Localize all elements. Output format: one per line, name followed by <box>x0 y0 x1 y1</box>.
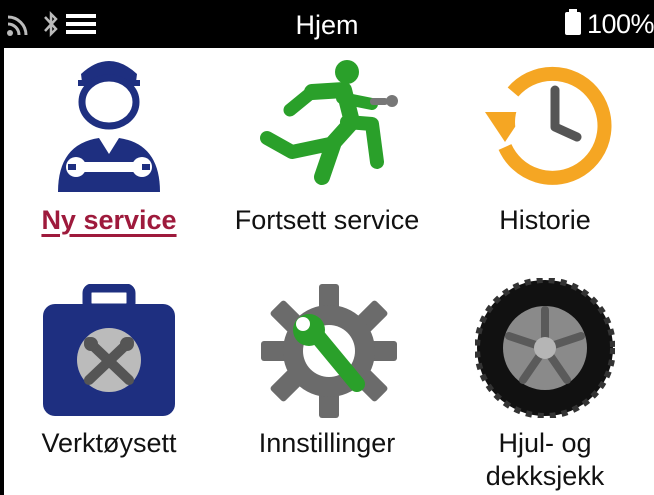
continue-service-label: Fortsett service <box>234 205 420 235</box>
battery-level: 100% <box>586 8 654 39</box>
running-man-wrench-icon <box>260 60 398 185</box>
toolkit-label: Verktøysett <box>41 428 177 458</box>
mechanic-icon <box>58 61 160 192</box>
toolkit-tile[interactable]: Verktøysett <box>0 284 218 464</box>
wheel-tire-check-label-line1: Hjul- og <box>498 428 592 458</box>
history-clock-icon <box>485 66 612 185</box>
toolbox-icon <box>43 284 175 416</box>
page-title: Hjem <box>295 10 359 40</box>
new-service-label: Ny service <box>41 205 177 235</box>
home-screen: Hjem 100% Ny service Fortsett service Hi… <box>0 0 654 495</box>
gear-wrench-icon <box>261 284 397 418</box>
new-service-tile[interactable]: Ny service <box>0 52 218 252</box>
tire-icon <box>475 278 615 418</box>
settings-tile[interactable]: Innstillinger <box>218 284 436 464</box>
history-tile[interactable]: Historie <box>436 52 654 252</box>
wheel-tire-check-tile[interactable]: Hjul- og dekksjekk <box>436 278 654 495</box>
battery-icon <box>564 8 581 40</box>
status-bar: Hjem 100% <box>0 0 654 48</box>
wheel-tire-check-label: Hjul- og dekksjekk <box>436 427 654 493</box>
wheel-tire-check-label-line2: dekksjekk <box>485 461 605 491</box>
battery-indicator: 100% <box>564 0 654 48</box>
continue-service-tile[interactable]: Fortsett service <box>218 52 436 252</box>
history-label: Historie <box>499 205 591 235</box>
settings-label: Innstillinger <box>258 428 396 458</box>
